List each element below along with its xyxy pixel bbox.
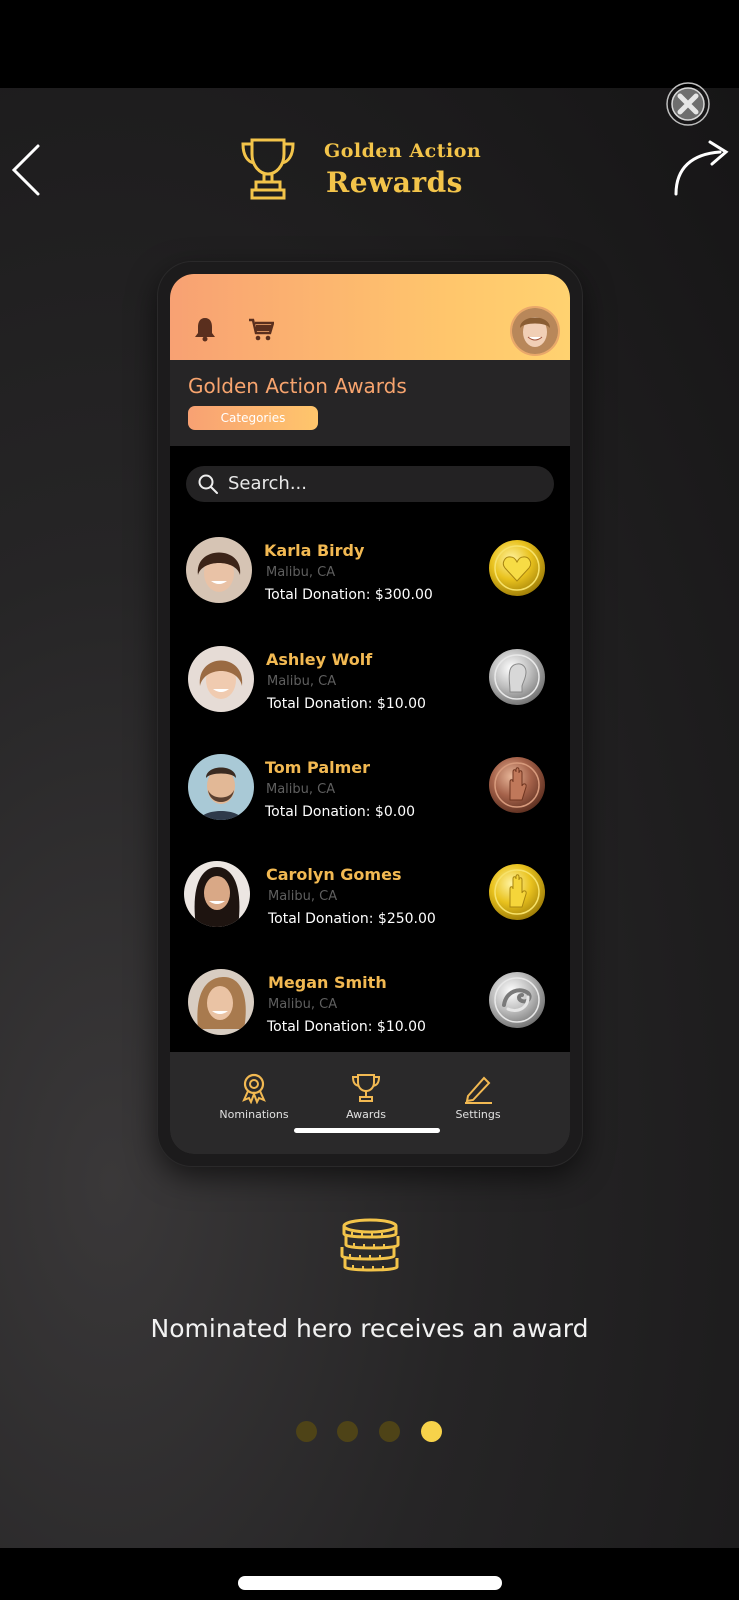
person-name: Megan Smith (268, 973, 387, 992)
tab-label: Nominations (219, 1108, 289, 1121)
search-bar[interactable]: Search... (186, 466, 554, 502)
search-placeholder: Search... (228, 473, 308, 494)
tab-settings[interactable]: Settings (428, 1072, 528, 1132)
person-location: Malibu, CA (266, 565, 336, 580)
person-location: Malibu, CA (268, 889, 338, 904)
tab-label: Awards (346, 1108, 386, 1121)
bronze-hand-medal-icon (488, 756, 546, 814)
person-donation: Total Donation: $10.00 (267, 1019, 426, 1035)
person-location: Malibu, CA (266, 782, 336, 797)
profile-avatar[interactable] (510, 306, 560, 356)
page-dot[interactable] (379, 1421, 400, 1442)
brand-title-line2: Rewards (326, 166, 463, 199)
onboarding-caption: Nominated hero receives an award (150, 1314, 589, 1343)
list-item[interactable]: Carolyn Gomes Malibu, CA Total Donation:… (170, 861, 570, 961)
person-name: Ashley Wolf (266, 650, 373, 669)
close-icon[interactable] (664, 78, 712, 130)
page-dot-active[interactable] (421, 1421, 442, 1442)
avatar (188, 646, 254, 712)
page-dot[interactable] (296, 1421, 317, 1442)
phone-home-indicator (294, 1128, 440, 1133)
list-item[interactable]: Ashley Wolf Malibu, CA Total Donation: $… (170, 646, 570, 746)
gold-heart-medal-icon (488, 539, 546, 597)
app-header (170, 274, 570, 360)
tab-awards[interactable]: Awards (316, 1072, 416, 1132)
share-arrow-icon[interactable] (670, 138, 732, 198)
person-location: Malibu, CA (268, 997, 338, 1012)
person-donation: Total Donation: $250.00 (268, 911, 436, 927)
page-indicator (296, 1421, 446, 1443)
list-item[interactable]: Tom Palmer Malibu, CA Total Donation: $0… (170, 754, 570, 854)
avatar (186, 537, 252, 603)
ribbon-icon (238, 1072, 270, 1105)
search-icon (198, 474, 218, 494)
page-dot[interactable] (337, 1421, 358, 1442)
person-donation: Total Donation: $0.00 (265, 804, 416, 820)
person-location: Malibu, CA (267, 674, 337, 689)
gold-hand-medal-icon (488, 863, 546, 921)
list-item[interactable]: Karla Birdy Malibu, CA Total Donation: $… (170, 537, 570, 637)
silver-head-medal-icon (488, 648, 546, 706)
back-chevron-icon[interactable] (8, 140, 52, 200)
app-titlebar: Golden Action Awards Categories (170, 360, 570, 446)
avatar (188, 754, 254, 820)
avatar (184, 861, 250, 927)
phone-screen: Golden Action Awards Categories Search..… (170, 274, 570, 1154)
categories-button[interactable]: Categories (188, 406, 318, 430)
tab-nominations[interactable]: Nominations (204, 1072, 304, 1132)
person-name: Carolyn Gomes (266, 865, 402, 884)
avatar (188, 969, 254, 1035)
pencil-icon (462, 1072, 494, 1104)
silver-swirl-medal-icon (488, 971, 546, 1029)
tab-bar: Nominations Awards Settings (170, 1052, 570, 1154)
app-title: Golden Action Awards (188, 374, 407, 398)
brand-title-line1: Golden Action (324, 140, 482, 162)
bell-icon[interactable] (194, 316, 216, 342)
brand-logo: Golden Action Rewards (240, 136, 482, 206)
trophy-icon (350, 1072, 382, 1104)
person-donation: Total Donation: $10.00 (267, 696, 426, 712)
trophy-icon (240, 136, 296, 202)
cart-icon[interactable] (248, 318, 275, 342)
person-donation: Total Donation: $300.00 (265, 587, 433, 603)
phone-mockup: Golden Action Awards Categories Search..… (158, 262, 582, 1166)
coins-icon (338, 1218, 402, 1276)
tab-label: Settings (455, 1108, 501, 1121)
system-home-indicator[interactable] (238, 1576, 502, 1590)
person-name: Karla Birdy (264, 541, 365, 560)
person-name: Tom Palmer (265, 758, 371, 777)
